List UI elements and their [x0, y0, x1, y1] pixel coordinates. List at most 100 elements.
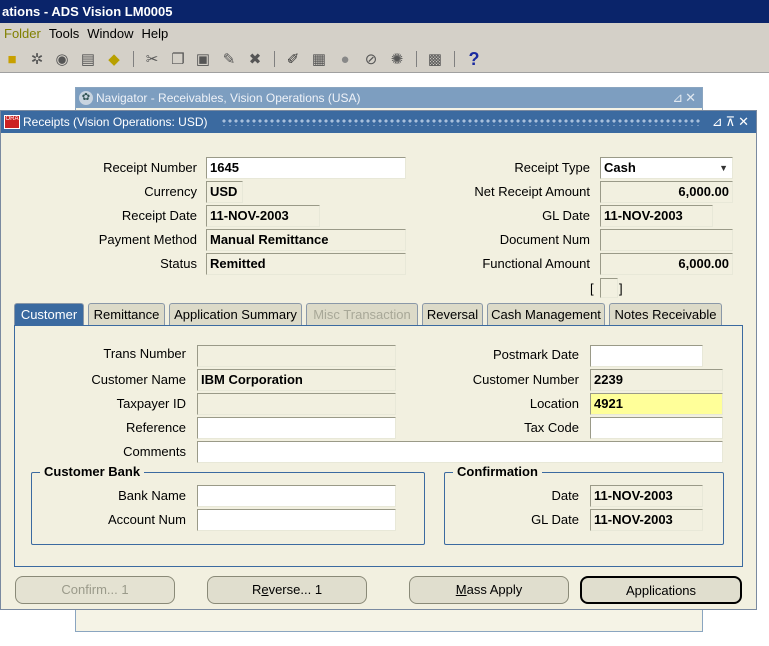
account-num-field[interactable] — [197, 509, 396, 531]
receipt-number-field[interactable]: 1645 — [206, 157, 406, 179]
dff-open-bracket: [ — [590, 281, 594, 296]
taxpayer-id-label: Taxpayer ID — [116, 396, 186, 411]
net-receipt-amount-label: Net Receipt Amount — [474, 184, 590, 199]
confirmation-gl-date-label: GL Date — [531, 512, 579, 527]
postmark-date-label: Postmark Date — [493, 347, 579, 362]
navigator-title-bar[interactable]: ✿ Navigator - Receivables, Vision Operat… — [76, 88, 702, 108]
receipts-title-bar[interactable]: ORA Receipts (Vision Operations: USD) ⊿⊼… — [1, 111, 756, 133]
confirmation-gl-date-field[interactable]: 11-NOV-2003 — [590, 509, 703, 531]
confirmation-title: Confirmation — [453, 463, 542, 481]
tab-notes-receivable[interactable]: Notes Receivable — [609, 303, 722, 327]
reverse-button[interactable]: Reverse... 1 — [207, 576, 367, 604]
receipt-date-field[interactable]: 11-NOV-2003 — [206, 205, 320, 227]
trans-number-label: Trans Number — [103, 346, 186, 361]
confirm-button[interactable]: Confirm... 1 — [15, 576, 175, 604]
delete-icon[interactable]: ✖ — [245, 49, 265, 69]
functional-amount-label: Functional Amount — [482, 256, 590, 271]
tab-misc-transaction[interactable]: Misc Transaction — [306, 303, 418, 327]
comments-label: Comments — [123, 444, 186, 459]
bank-name-label: Bank Name — [118, 488, 186, 503]
menu-folder[interactable]: Folder — [0, 23, 45, 45]
document-num-field[interactable] — [600, 229, 733, 251]
menu-tools[interactable]: Tools — [45, 23, 83, 45]
copy-icon[interactable]: ❐ — [168, 49, 188, 69]
title-bar-texture — [221, 118, 701, 126]
tab-remittance[interactable]: Remittance — [88, 303, 165, 327]
account-num-label: Account Num — [107, 512, 186, 527]
window-controls-icon[interactable]: ⊿⊼✕ — [712, 111, 752, 133]
receipt-type-label: Receipt Type — [514, 160, 590, 175]
tab-cash-management[interactable]: Cash Management — [487, 303, 605, 327]
toolbar-separator — [416, 51, 417, 67]
menu-help[interactable]: Help — [137, 23, 172, 45]
zoom-icon[interactable]: ▦ — [309, 49, 329, 69]
paste-icon[interactable]: ▣ — [193, 49, 213, 69]
taxpayer-id-field[interactable] — [197, 393, 396, 415]
gl-date-label: GL Date — [542, 208, 590, 223]
tax-code-label: Tax Code — [524, 420, 579, 435]
postmark-date-field[interactable] — [590, 345, 703, 367]
net-receipt-amount-field[interactable]: 6,000.00 — [600, 181, 733, 203]
reverse-label-a: R — [251, 582, 262, 597]
edit-icon[interactable]: ✐ — [283, 49, 303, 69]
attachments-icon[interactable]: ◆ — [104, 49, 124, 69]
menu-window[interactable]: Window — [83, 23, 137, 45]
mass-apply-button[interactable]: Mass Apply — [409, 576, 569, 604]
chevron-down-icon[interactable]: ▼ — [719, 158, 728, 178]
document-num-label: Document Num — [499, 232, 590, 247]
app-title: ations - ADS Vision LM0005 — [2, 4, 173, 19]
location-field[interactable]: 4921 — [590, 393, 723, 415]
payment-method-field[interactable]: Manual Remittance — [206, 229, 406, 251]
reverse-mnemonic: e — [261, 582, 269, 597]
status-label: Status — [160, 256, 197, 271]
applications-button[interactable]: Applications — [580, 576, 742, 604]
navigator-icon[interactable]: ◉ — [52, 49, 72, 69]
reference-field[interactable] — [197, 417, 396, 439]
bank-name-field[interactable] — [197, 485, 396, 507]
receipts-title: Receipts (Vision Operations: USD) — [23, 115, 208, 129]
status-field[interactable]: Remitted — [206, 253, 406, 275]
help-icon[interactable]: ? — [464, 49, 484, 69]
folder-tools-icon[interactable]: ✺ — [387, 49, 407, 69]
location-label: Location — [529, 396, 579, 411]
tab-application-summary[interactable]: Application Summary — [169, 303, 302, 327]
descriptive-flexfield[interactable] — [600, 278, 618, 298]
confirmation-date-label: Date — [551, 488, 579, 503]
receipt-type-value: Cash — [604, 160, 636, 175]
translations-icon[interactable]: ● — [335, 49, 355, 69]
functional-amount-field[interactable]: 6,000.00 — [600, 253, 733, 275]
find-icon[interactable]: ✲ — [27, 49, 47, 69]
currency-field[interactable]: USD — [206, 181, 243, 203]
reverse-label-b: verse... 1 — [268, 582, 323, 597]
receipt-number-label: Receipt Number — [103, 160, 197, 175]
oracle-window-icon: ORA — [4, 115, 20, 129]
reference-label: Reference — [126, 420, 186, 435]
receipt-date-label: Receipt Date — [121, 208, 197, 223]
app-title-bar: ations - ADS Vision LM0005 — [0, 0, 769, 23]
customer-name-field[interactable]: IBM Corporation — [197, 369, 396, 391]
trans-number-field[interactable] — [197, 345, 396, 367]
navigator-window-icon: ✿ — [79, 91, 93, 105]
attach-icon[interactable]: ⊘ — [361, 49, 381, 69]
gl-date-field[interactable]: 11-NOV-2003 — [600, 205, 713, 227]
comments-field[interactable] — [197, 441, 723, 463]
mass-apply-label: ass Apply — [466, 582, 523, 597]
toolbar-separator — [133, 51, 134, 67]
tab-reversal[interactable]: Reversal — [422, 303, 483, 327]
cut-icon[interactable]: ✂ — [142, 49, 162, 69]
payment-method-label: Payment Method — [98, 232, 197, 247]
mass-apply-mnemonic: M — [455, 582, 467, 597]
customer-number-field[interactable]: 2239 — [590, 369, 723, 391]
confirmation-date-field[interactable]: 11-NOV-2003 — [590, 485, 703, 507]
folder-icon[interactable]: ▩ — [425, 49, 445, 69]
clear-record-icon[interactable]: ✎ — [219, 49, 239, 69]
toolbar-separator — [274, 51, 275, 67]
customer-name-label: Customer Name — [91, 372, 186, 387]
new-icon[interactable]: ■ — [2, 49, 22, 69]
window-controls-icon[interactable]: ⊿✕ — [672, 88, 698, 108]
print-icon[interactable]: ▤ — [78, 49, 98, 69]
customer-number-label: Customer Number — [472, 372, 579, 387]
receipt-type-select[interactable]: Cash ▼ — [600, 157, 733, 179]
toolbar: ■ ✲ ◉ ▤ ◆ ✂ ❐ ▣ ✎ ✖ ✐ ▦ ● ⊘ ✺ ▩ ? — [0, 45, 769, 73]
tax-code-field[interactable] — [590, 417, 723, 439]
